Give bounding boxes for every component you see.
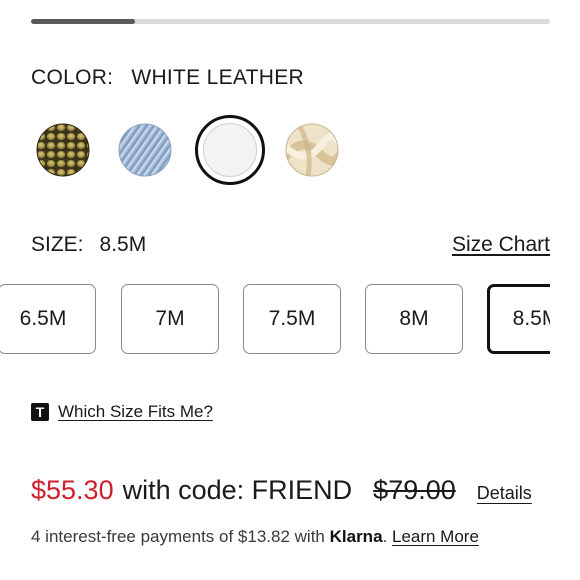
klarna-prefix: 4 interest-free payments of $13.82 with [31,527,330,546]
size-option-label: 7M [155,307,185,330]
size-option-label: 6.5M [19,307,67,330]
swatch-white-leather[interactable] [195,115,265,185]
color-heading: COLOR: WHITE LEATHER [31,66,304,90]
swatch-cream-braid[interactable] [285,123,339,177]
swatch-gold-snake[interactable] [36,123,90,177]
details-link[interactable]: Details [477,483,532,504]
size-option-8-5m[interactable]: 8.5M [487,284,550,354]
progress-track [31,19,550,24]
size-chart-link[interactable]: Size Chart [452,233,550,257]
swatch-denim[interactable] [118,123,172,177]
size-value: 8.5M [99,233,147,256]
denim-pattern-icon [118,123,172,177]
size-option-label: 8.5M [512,307,550,330]
size-option-label: 8M [399,307,429,330]
size-option-7-5m[interactable]: 7.5M [243,284,341,354]
color-label: COLOR: [31,66,114,89]
klarna-logo: Klarna [329,527,383,546]
promo-code-text: with code: FRIEND [122,475,353,505]
price-row: $55.30 with code: FRIEND $79.00 Details [31,475,532,506]
size-option-label: 7.5M [268,307,316,330]
learn-more-link[interactable]: Learn More [392,527,479,546]
klarna-message: 4 interest-free payments of $13.82 with … [31,527,479,547]
sale-price: $55.30 [31,475,114,505]
which-size-fits-link[interactable]: Which Size Fits Me? [58,402,213,422]
size-label: SIZE: [31,233,84,256]
white-leather-icon [203,123,257,177]
size-option-8m[interactable]: 8M [365,284,463,354]
original-price: $79.00 [373,475,456,505]
klarna-suffix: . [382,527,392,546]
size-heading: SIZE: 8.5M [31,233,146,257]
color-value: WHITE LEATHER [131,66,305,89]
fit-helper: T Which Size Fits Me? [31,402,213,422]
cream-braid-pattern-icon [285,123,339,177]
gold-snake-pattern-icon [36,123,90,177]
size-options-carousel[interactable]: 6.5M 7M 7.5M 8M 8.5M [0,283,550,355]
progress-fill [31,19,135,24]
t-logo-icon: T [31,403,49,421]
size-option-7m[interactable]: 7M [121,284,219,354]
size-option-6-5m[interactable]: 6.5M [0,284,96,354]
